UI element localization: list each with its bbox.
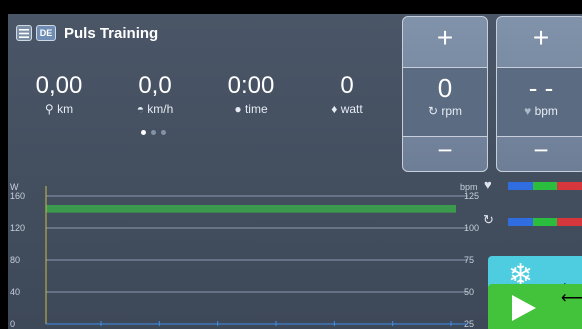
lightbulb-icon: ♦ [331,102,338,116]
page-dot-3[interactable] [161,130,166,135]
distance-icon: ⚲ [44,102,54,116]
y-tick-label: 160 [10,191,25,201]
zone-low [508,218,533,226]
rpm-unit: rpm [441,104,463,118]
target-zone-band [46,204,456,213]
language-button[interactable]: DE [36,25,56,41]
page-title: Puls Training [64,24,159,42]
power-unit: watt [340,102,363,116]
y-axis-label: W [10,182,19,192]
distance-metric: 0,00 ⚲ km [14,72,104,116]
y-tick-label: 0 [10,319,15,329]
page-indicator [141,130,166,135]
time-value: 0:00 [227,72,275,99]
hamburger-icon [19,28,29,38]
arrow-left-icon: ⟵ [561,290,582,307]
rpm-display: 0 ↻ rpm [402,67,488,137]
distance-value: 0,00 [35,72,83,99]
y2-axis-label: bpm [460,182,478,192]
y-tick-label: 40 [10,287,20,297]
zone-low [508,182,533,190]
bpm-minus-button[interactable]: − [497,137,582,163]
speedometer-icon: ◓ [136,102,144,116]
y2-tick-label: 125 [464,191,479,201]
app-screen: DE Puls Training 0,00 ⚲ km 0,0 ◓ km/h 0:… [8,14,582,329]
play-icon [512,295,536,321]
bpm-value: - - [528,73,554,103]
menu-button[interactable] [16,25,32,41]
page-dot-2[interactable] [151,130,156,135]
zone-mid [532,218,558,226]
rotate-icon: ↻ [483,212,494,227]
bpm-display: - - ♥ bpm [496,67,582,137]
top-bar: DE Puls Training [16,22,158,44]
rotate-icon: ↻ [427,104,439,118]
bpm-control: + - - ♥ bpm − [496,16,582,172]
y2-tick-label: 75 [464,255,474,265]
speed-value: 0,0 [138,72,172,99]
y2-tick-label: 50 [464,287,474,297]
bpm-unit: bpm [534,104,558,118]
y-tick-label: 120 [10,223,25,233]
heart-icon: ♥ [484,177,492,192]
y2-tick-label: 100 [464,223,479,233]
rpm-plus-button[interactable]: + [403,23,487,53]
stopwatch-icon: ● [234,102,242,116]
y-tick-label: 80 [10,255,20,265]
rpm-minus-button[interactable]: − [403,137,487,163]
time-metric: 0:00 ● time [206,72,296,116]
time-unit: time [244,102,268,116]
heart-icon: ♥ [524,104,532,118]
zone-high [557,182,582,190]
rpm-control: + 0 ↻ rpm − [402,16,488,172]
rpm-value: 0 [437,73,453,103]
speed-metric: 0,0 ◓ km/h [110,72,200,116]
zone-mid [532,182,558,190]
heart-rate-zone-strip [508,182,582,190]
zone-high [557,218,582,226]
speed-unit: km/h [147,102,174,116]
page-dot-1[interactable] [141,130,146,135]
distance-unit: km [57,102,74,116]
cadence-zone-strip [508,218,582,226]
power-value: 0 [340,72,354,99]
power-metric: 0 ♦ watt [302,72,392,116]
bpm-plus-button[interactable]: + [497,23,582,53]
